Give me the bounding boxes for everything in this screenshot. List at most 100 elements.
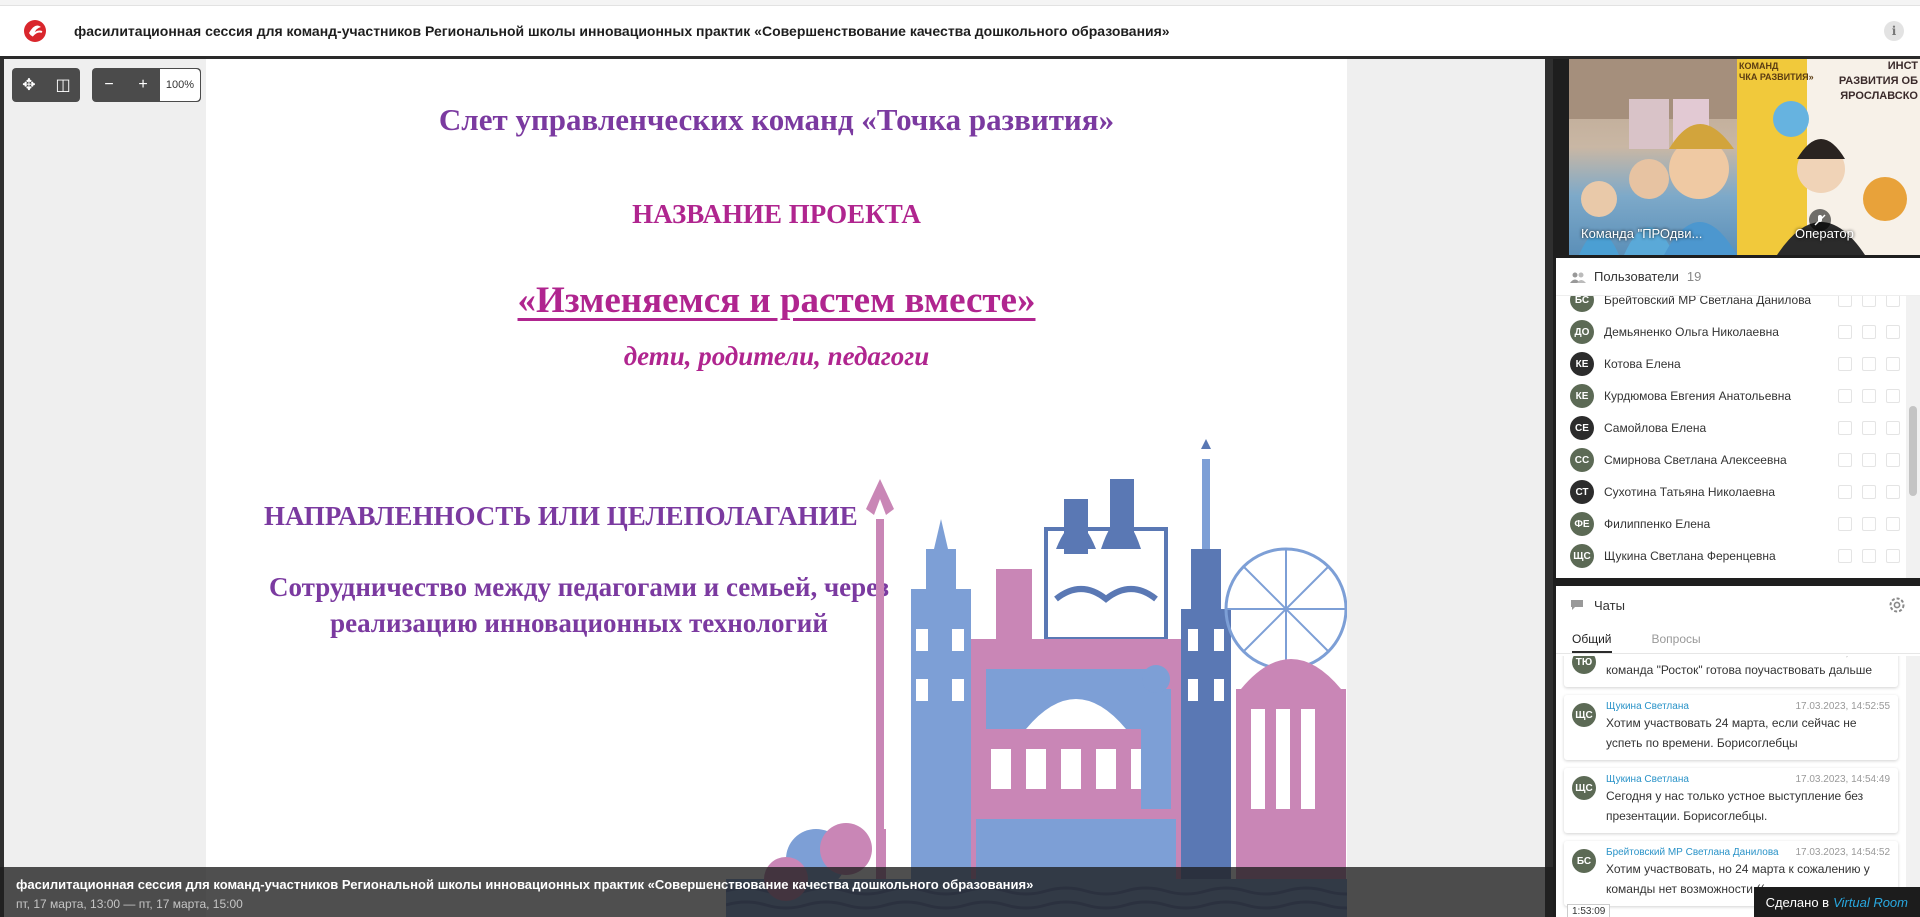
made-in-label: Сделано в bbox=[1765, 894, 1830, 910]
info-icon[interactable]: i bbox=[1884, 21, 1904, 41]
user-controls bbox=[1838, 485, 1900, 499]
camera-icon[interactable] bbox=[1862, 549, 1876, 563]
message-time: 17.03.2023, 14:54:49 bbox=[1795, 774, 1890, 785]
zoom-out-button[interactable]: − bbox=[92, 68, 126, 102]
slide-toolbar: ✥ ◫ − + 100% bbox=[12, 68, 201, 102]
mic-icon[interactable] bbox=[1838, 325, 1852, 339]
user-row[interactable]: СЕ Самойлова Елена bbox=[1556, 412, 1906, 444]
users-scrollbar[interactable] bbox=[1906, 296, 1920, 578]
message-time: 17.03.2023, 14:50:55 bbox=[1795, 656, 1890, 659]
mic-icon[interactable] bbox=[1838, 549, 1852, 563]
users-scroll-thumb[interactable] bbox=[1909, 406, 1917, 496]
user-name: Демьяненко Ольга Николаевна bbox=[1604, 325, 1779, 339]
user-name: Котова Елена bbox=[1604, 357, 1681, 371]
zoom-level[interactable]: 100% bbox=[160, 69, 200, 101]
chat-messages: ТЮТаланина Юлия17.03.2023, 14:50:55коман… bbox=[1556, 656, 1906, 917]
mic-icon[interactable] bbox=[1838, 517, 1852, 531]
camera-icon[interactable] bbox=[1862, 421, 1876, 435]
slide-viewport: Слет управленческих команд «Точка развит… bbox=[4, 59, 1545, 917]
user-row[interactable]: КЕ Котова Елена bbox=[1556, 348, 1906, 380]
event-date: пт, 17 марта, 13:00 — пт, 17 марта, 15:0… bbox=[16, 897, 243, 911]
chat-message: ТЮТаланина Юлия17.03.2023, 14:50:55коман… bbox=[1564, 656, 1898, 687]
camera-icon[interactable] bbox=[1862, 485, 1876, 499]
move-icon[interactable]: ✥ bbox=[12, 68, 46, 102]
message-text: Сегодня у нас только устное выступление … bbox=[1606, 789, 1864, 803]
tab-questions[interactable]: Вопросы bbox=[1652, 624, 1701, 653]
camera-icon[interactable] bbox=[1862, 517, 1876, 531]
event-title: фасилитационная сессия для команд-участн… bbox=[16, 877, 1034, 892]
screen-share-icon[interactable] bbox=[1886, 325, 1900, 339]
app-logo-icon[interactable] bbox=[22, 18, 48, 44]
user-avatar: КЕ bbox=[1570, 384, 1594, 408]
chat-scrollbar[interactable] bbox=[1906, 656, 1920, 917]
users-panel: Пользователи 19 БС Брейтовский МР Светлан… bbox=[1556, 258, 1920, 578]
user-controls bbox=[1838, 421, 1900, 435]
user-row[interactable]: СТ Сухотина Татьяна Николаевна bbox=[1556, 476, 1906, 508]
message-avatar: БС bbox=[1572, 849, 1596, 873]
video-strip: Команда "ПРОдви... КОМАНД ЧКА РАЗВИТИЯ» bbox=[1569, 59, 1920, 255]
message-text: команда "Росток" готова поучаствовать да… bbox=[1606, 663, 1873, 677]
message-text: презентации. Борисоглебцы. bbox=[1606, 809, 1768, 823]
screen-share-icon[interactable] bbox=[1886, 517, 1900, 531]
video-tile-operator[interactable]: КОМАНД ЧКА РАЗВИТИЯ» ИНСТ РАЗВИТИЯ ОБ ЯР… bbox=[1737, 59, 1920, 255]
slide-project-subtitle: дети, родители, педагоги bbox=[623, 341, 930, 371]
user-name: Курдюмова Евгения Анатольевна bbox=[1604, 389, 1792, 403]
chat-icon bbox=[1571, 600, 1583, 610]
user-row[interactable]: СС Смирнова Светлана Алексеевна bbox=[1556, 444, 1906, 476]
screen-share-icon[interactable] bbox=[1886, 421, 1900, 435]
screen-share-icon[interactable] bbox=[1886, 357, 1900, 371]
user-controls bbox=[1838, 389, 1900, 403]
mic-icon[interactable] bbox=[1838, 389, 1852, 403]
user-controls bbox=[1838, 517, 1900, 531]
made-in-badge[interactable]: Сделано в Virtual Room bbox=[1753, 887, 1920, 917]
user-avatar: СТ bbox=[1570, 480, 1594, 504]
screen-share-icon[interactable] bbox=[1886, 389, 1900, 403]
brand-link[interactable]: Virtual Room bbox=[1833, 895, 1908, 910]
video-tile-team[interactable]: Команда "ПРОдви... bbox=[1569, 59, 1737, 255]
video-label-team: Команда "ПРОдви... bbox=[1581, 226, 1703, 241]
slide-project-name: «Изменяемся и растем вместе» bbox=[517, 280, 1036, 321]
chat-tabs: Общий Вопросы bbox=[1556, 624, 1920, 654]
camera-icon[interactable] bbox=[1862, 357, 1876, 371]
user-row[interactable]: БС Брейтовский МР Светлана Данилова bbox=[1556, 296, 1906, 316]
user-avatar: СС bbox=[1570, 448, 1594, 472]
video-banner-left: КОМАНД ЧКА РАЗВИТИЯ» bbox=[1739, 61, 1814, 82]
user-controls bbox=[1838, 453, 1900, 467]
session-timer: 1:53:09 bbox=[1567, 904, 1611, 917]
message-text: Хотим участвовать 24 марта, если сейчас … bbox=[1606, 716, 1857, 730]
message-text: успеть по времени. Борисоглебцы bbox=[1606, 736, 1798, 750]
screen-share-icon[interactable] bbox=[1886, 453, 1900, 467]
fit-width-icon[interactable]: ◫ bbox=[46, 68, 80, 102]
user-row[interactable]: ФЕ Филиппенко Елена bbox=[1556, 508, 1906, 540]
screen-share-icon[interactable] bbox=[1886, 485, 1900, 499]
city-skyline-illustration bbox=[726, 439, 1347, 917]
mic-icon[interactable] bbox=[1838, 485, 1852, 499]
tab-general[interactable]: Общий bbox=[1572, 624, 1612, 653]
app-window: фасилитационная сессия для команд-участн… bbox=[0, 0, 1920, 917]
users-count: 19 bbox=[1686, 269, 1702, 284]
zoom-in-button[interactable]: + bbox=[126, 68, 160, 102]
camera-icon[interactable] bbox=[1862, 296, 1876, 307]
user-row[interactable]: ЩС Щукина Светлана Ференцевна bbox=[1556, 540, 1906, 572]
user-controls bbox=[1838, 549, 1900, 563]
zoom-controls: − + 100% bbox=[92, 68, 201, 102]
mic-icon[interactable] bbox=[1838, 357, 1852, 371]
camera-icon[interactable] bbox=[1862, 325, 1876, 339]
screen-share-icon[interactable] bbox=[1886, 549, 1900, 563]
video-label-operator: Оператор bbox=[1795, 226, 1854, 241]
camera-icon[interactable] bbox=[1862, 453, 1876, 467]
chat-header: Чаты bbox=[1556, 586, 1920, 624]
user-row[interactable]: КЕ Курдюмова Евгения Анатольевна bbox=[1556, 380, 1906, 412]
user-avatar: ДО bbox=[1570, 320, 1594, 344]
user-row[interactable]: ДО Демьяненко Ольга Николаевна bbox=[1556, 316, 1906, 348]
mic-icon[interactable] bbox=[1838, 421, 1852, 435]
users-title: Пользователи bbox=[1594, 269, 1679, 284]
users-header[interactable]: Пользователи 19 bbox=[1556, 258, 1920, 296]
mic-icon[interactable] bbox=[1838, 296, 1852, 307]
screen-share-icon[interactable] bbox=[1886, 296, 1900, 307]
message-time: 17.03.2023, 14:54:52 bbox=[1795, 847, 1890, 858]
camera-icon[interactable] bbox=[1862, 389, 1876, 403]
user-name: Брейтовский МР Светлана Данилова bbox=[1604, 296, 1812, 307]
mic-icon[interactable] bbox=[1838, 453, 1852, 467]
gear-icon[interactable] bbox=[1888, 596, 1906, 614]
